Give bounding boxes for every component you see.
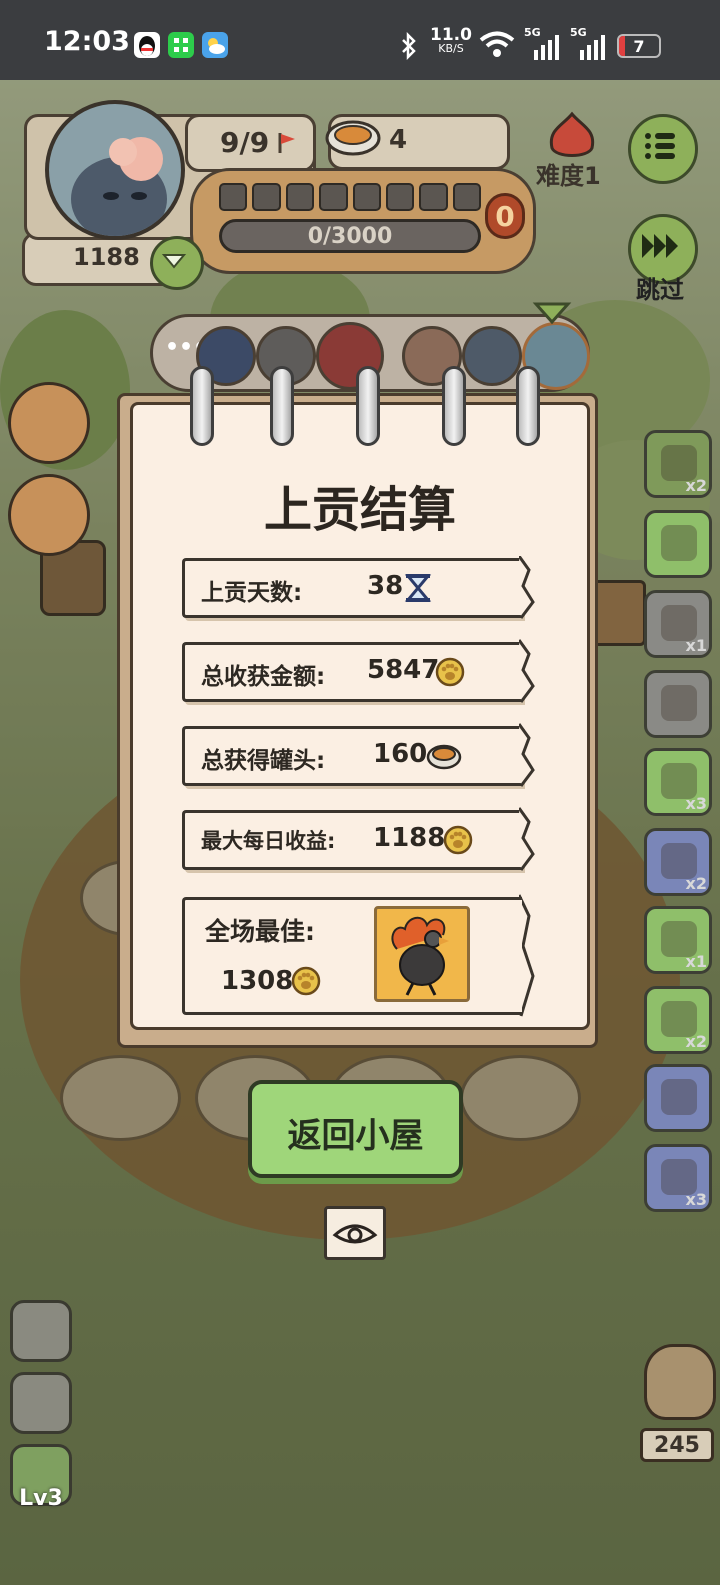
stat-value: 1188	[373, 823, 446, 853]
player-avatar[interactable]	[45, 100, 185, 240]
stat-row-total-coins: 总收获金额: 5847	[182, 642, 522, 702]
difficulty-indicator[interactable]: 难度1	[530, 110, 620, 190]
cans-value: 4	[389, 125, 408, 155]
current-marker-icon	[532, 302, 572, 325]
best-value: 1308	[221, 966, 294, 996]
battery-icon: 7	[617, 34, 661, 58]
stat-label: 总收获金额:	[201, 664, 326, 690]
inventory-slot[interactable]	[644, 510, 712, 578]
item-icon	[661, 525, 697, 561]
notebook-ring	[442, 366, 466, 446]
item-count: x3	[685, 1190, 707, 1209]
inventory-slot[interactable]: x1	[644, 906, 712, 974]
rooster-cat-icon	[391, 916, 449, 996]
level-slot[interactable]: Lv3	[10, 1444, 72, 1511]
inventory-slot[interactable]: x2	[644, 430, 712, 498]
return-home-button[interactable]: 返回小屋	[248, 1080, 463, 1178]
item-count: x3	[685, 794, 707, 813]
best-cat-portrait[interactable]	[374, 906, 470, 1002]
bottom-slot-2[interactable]	[10, 1372, 72, 1434]
eye-icon	[332, 1224, 378, 1244]
qq-icon	[134, 32, 160, 58]
level-label: Lv3	[19, 1486, 63, 1511]
wifi-icon	[479, 31, 515, 57]
paw-coin-icon	[435, 657, 465, 687]
item-count: x1	[685, 636, 707, 655]
cat-count: 9/9	[220, 126, 270, 159]
can-icon	[426, 744, 462, 770]
flame-icon	[549, 111, 595, 157]
item-count: x2	[685, 476, 707, 495]
inventory-slot[interactable]: x3	[644, 748, 712, 816]
tool-button-2[interactable]	[8, 474, 90, 556]
settlement-title: 上贡结算	[263, 482, 456, 538]
best-label: 全场最佳:	[205, 917, 315, 946]
progress-badge: 0	[485, 193, 525, 239]
stat-value: 38	[367, 571, 404, 601]
notebook-ring	[190, 366, 214, 446]
notebook-ring	[516, 366, 540, 446]
skip-label: 跳过	[636, 276, 684, 304]
item-icon	[661, 685, 697, 721]
status-bar: 12:03 11.0 KB/S 5G 5G 7	[0, 0, 720, 80]
inventory-slot[interactable]: x1	[644, 590, 712, 658]
signal-2-icon: 5G	[570, 26, 610, 60]
weather-icon	[202, 32, 228, 58]
progress-text: 0/3000	[307, 224, 393, 249]
bluetooth-icon	[402, 32, 416, 60]
notebook-ring	[270, 366, 294, 446]
paw-coin-icon	[443, 825, 473, 855]
paw-coin-icon	[291, 966, 321, 996]
best-cat-panel: 全场最佳: 1308	[182, 897, 522, 1015]
fast-forward-icon	[642, 234, 678, 258]
coins-value: 1188	[73, 243, 140, 271]
battery-level: 7	[633, 37, 645, 56]
inventory-slot[interactable]: x2	[644, 986, 712, 1054]
stat-label: 最大每日收益:	[201, 829, 336, 853]
stat-row-max-daily: 最大每日收益: 1188	[182, 810, 522, 870]
tool-button-1[interactable]	[8, 382, 90, 464]
inventory-slot[interactable]	[644, 670, 712, 738]
progress-bar: 0/3000	[219, 219, 481, 253]
owl-icon	[644, 1344, 716, 1420]
view-toggle-button[interactable]	[324, 1206, 386, 1260]
list-icon	[645, 133, 675, 159]
bottom-slot-1[interactable]	[10, 1300, 72, 1362]
item-count: x1	[685, 952, 707, 971]
stat-label: 总获得罐头:	[201, 748, 326, 774]
roster-cat-5[interactable]	[462, 326, 522, 386]
owl-counter[interactable]: 245	[640, 1344, 716, 1462]
progress-segments	[219, 183, 481, 211]
flag-icon	[278, 133, 295, 153]
stat-value: 5847	[367, 655, 440, 685]
stat-row-days: 上贡天数: 38	[182, 558, 522, 618]
cans-panel[interactable]: 4	[325, 114, 510, 170]
difficulty-label: 难度1	[536, 162, 601, 190]
inventory-slot[interactable]	[644, 1064, 712, 1132]
inventory-slot[interactable]: x3	[644, 1144, 712, 1212]
can-icon	[325, 120, 381, 156]
chevron-down-icon	[161, 254, 187, 269]
coins-dropdown-button[interactable]	[150, 236, 204, 290]
hourglass-icon	[404, 574, 432, 602]
return-home-label: 返回小屋	[287, 1116, 424, 1156]
item-count: x2	[685, 1032, 707, 1051]
clock: 12:03	[44, 26, 130, 57]
signal-1-icon: 5G	[524, 26, 564, 60]
net-speed: 11.0 KB/S	[430, 25, 472, 56]
torn-edges	[519, 556, 535, 1017]
cat-count-panel: 9/9	[185, 114, 316, 172]
stat-row-total-cans: 总获得罐头: 160	[182, 726, 522, 786]
app-grid-icon	[168, 32, 194, 58]
item-icon	[661, 1079, 697, 1115]
inventory-slot[interactable]: x2	[644, 828, 712, 896]
progress-panel: 0/3000 0	[190, 168, 536, 274]
menu-button[interactable]	[628, 114, 698, 184]
stat-value: 160	[373, 739, 428, 769]
stat-label: 上贡天数:	[201, 580, 303, 606]
item-count: x2	[685, 874, 707, 893]
notebook-ring	[356, 366, 380, 446]
owl-count: 245	[654, 1433, 700, 1458]
